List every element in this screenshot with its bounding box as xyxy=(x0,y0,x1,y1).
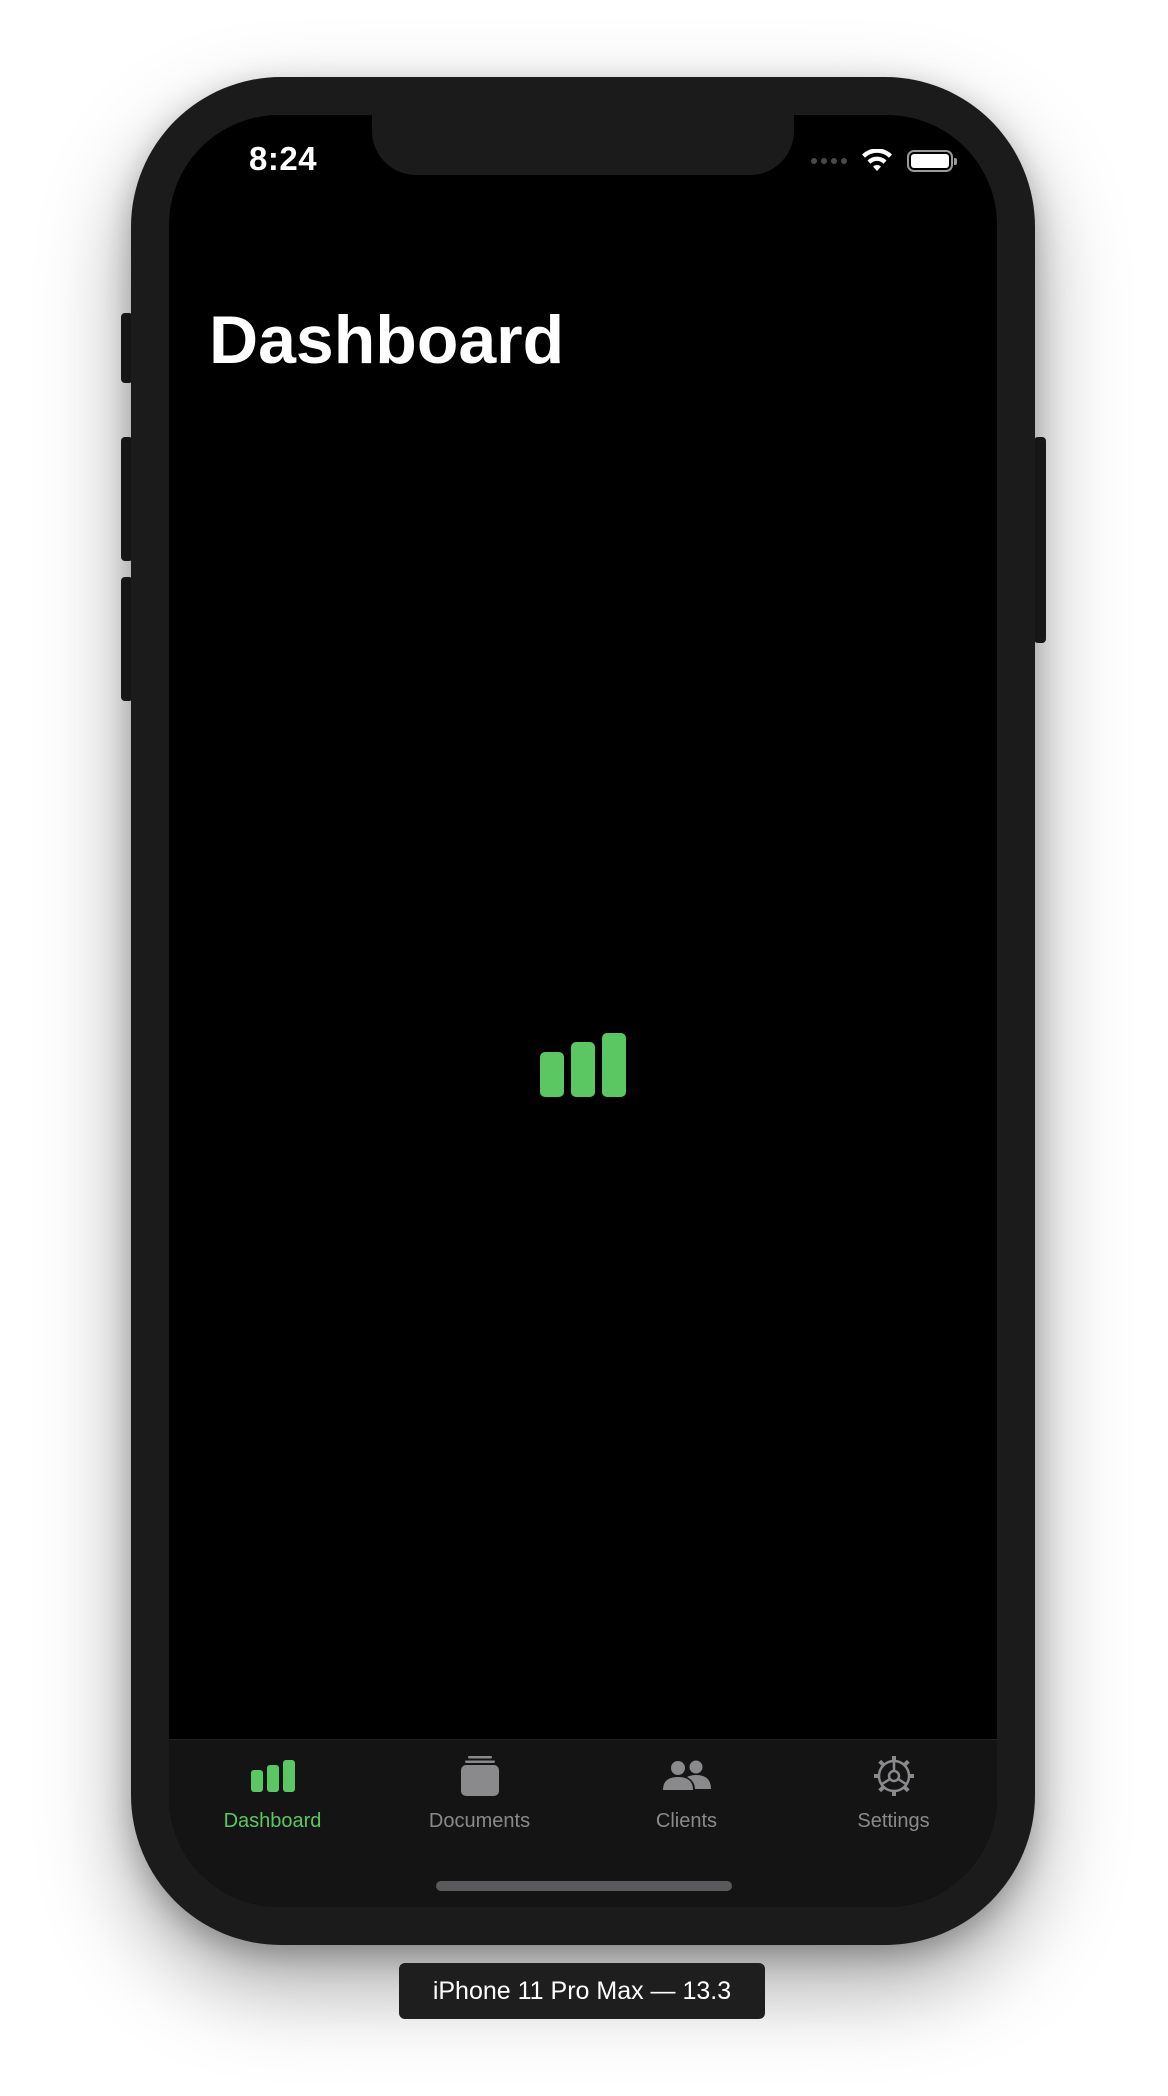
tab-label: Dashboard xyxy=(223,1810,322,1832)
status-time: 8:24 xyxy=(249,140,318,177)
tab-label: Clients xyxy=(655,1810,718,1832)
device-screen: 8:24 Dashboard Dashboard Documents Clien… xyxy=(169,115,997,1907)
documents-icon xyxy=(460,1756,499,1796)
notch xyxy=(372,115,794,175)
wifi-icon xyxy=(862,149,892,171)
page-title: Dashboard xyxy=(209,302,565,378)
bar-chart-icon xyxy=(540,1033,626,1097)
tab-label: Settings xyxy=(857,1810,930,1832)
power-button xyxy=(1034,437,1046,643)
people-icon xyxy=(662,1760,711,1790)
status-indicators xyxy=(811,149,957,173)
tab-dashboard[interactable]: Dashboard xyxy=(169,1752,376,1852)
cellular-signal-icon xyxy=(811,158,847,164)
tab-documents[interactable]: Documents xyxy=(376,1752,583,1852)
bar-chart-icon xyxy=(250,1760,295,1792)
simulator-stage: 8:24 Dashboard Dashboard Documents Clien… xyxy=(0,0,1168,2096)
tab-clients[interactable]: Clients xyxy=(583,1752,790,1852)
gear-icon xyxy=(873,1756,914,1796)
battery-icon xyxy=(907,150,957,172)
home-indicator[interactable] xyxy=(436,1881,732,1891)
tab-settings[interactable]: Settings xyxy=(790,1752,997,1852)
device-caption: iPhone 11 Pro Max — 13.3 xyxy=(399,1963,765,2019)
tab-bar: Dashboard Documents Clients Settings xyxy=(169,1739,997,1907)
tab-label: Documents xyxy=(428,1810,531,1832)
